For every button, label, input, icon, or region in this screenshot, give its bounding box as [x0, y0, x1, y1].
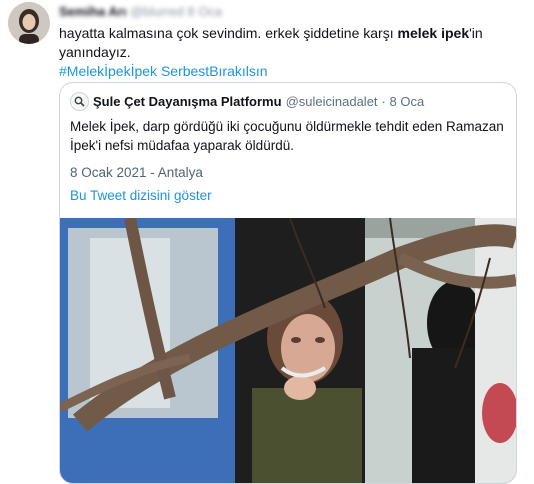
tweet-text-bold: melek ipek [397, 25, 470, 41]
author-avatar[interactable] [8, 2, 50, 44]
tweet-text-prefix: hayatta kalmasına çok sevindim. erkek şi… [59, 25, 398, 41]
tweet-text: hayatta kalmasına çok sevindim. erkek şi… [59, 24, 519, 81]
quoted-tweet-text: Melek İpek, darp gördüğü iki çocuğunu öl… [70, 119, 504, 153]
quoted-tweet-time[interactable]: · 8 Oca [382, 94, 425, 109]
show-thread-link[interactable]: Bu Tweet dizisini göster [70, 188, 212, 203]
author-name[interactable]: Semiha Arı [59, 4, 126, 19]
tweet: Semiha Arı @blurred 8 Oca hayatta kalmas… [0, 0, 534, 484]
tweet-header: Semiha Arı @blurred 8 Oca [59, 4, 519, 20]
hashtag-link[interactable]: #Melekİpekİpek SerbestBırakılsın [59, 63, 268, 79]
author-handle[interactable]: @blurred [130, 4, 184, 19]
quoted-tweet-header: Şule Çet Dayanışma Platformu @suleicinad… [70, 91, 425, 111]
magnifier-icon [70, 91, 89, 111]
tweet-time[interactable]: 8 Oca [187, 4, 222, 19]
quoted-author-handle[interactable]: @suleicinadalet [286, 94, 378, 109]
quoted-tweet-photo[interactable] [60, 218, 516, 483]
quoted-tweet[interactable]: Şule Çet Dayanışma Platformu @suleicinad… [59, 82, 517, 484]
quoted-author-name[interactable]: Şule Çet Dayanışma Platformu [93, 94, 282, 109]
quoted-tweet-date: 8 Ocak 2021 - Antalya [70, 165, 203, 180]
